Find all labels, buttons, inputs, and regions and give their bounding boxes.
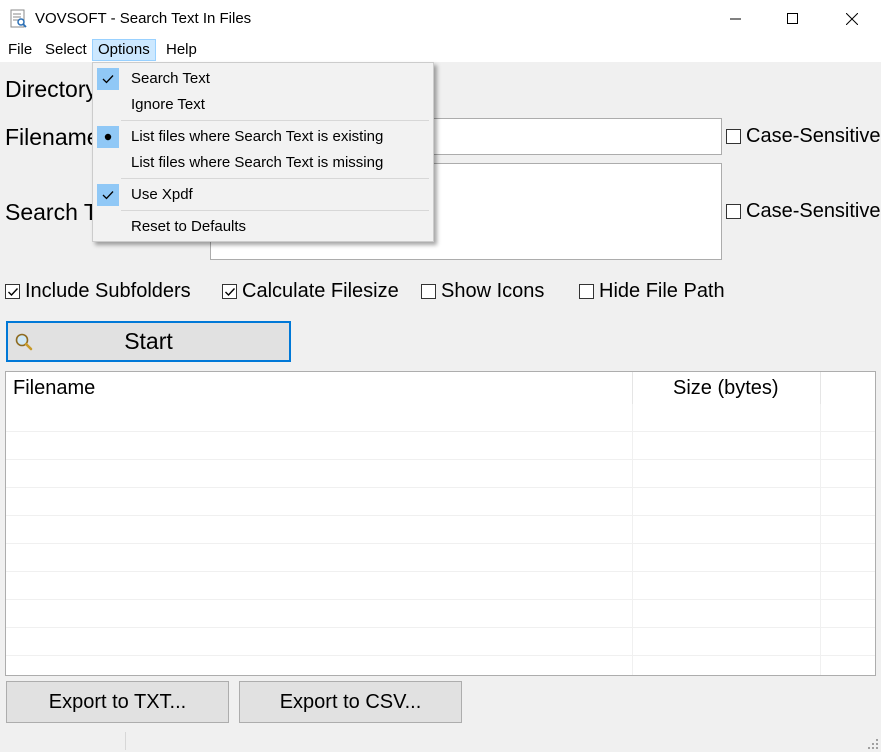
menu-separator [121,120,429,121]
status-bar [0,729,881,752]
check-icon [97,184,119,206]
search-text-label: Search T [5,199,98,225]
checkbox-box [726,204,741,219]
menu-item-ignore-text[interactable]: Ignore Text [95,92,431,118]
results-header: Filename Size (bytes) [6,372,875,404]
checkmark-icon [225,288,236,297]
checkbox-box [579,284,594,299]
menu-bar: File Select Options Help [0,38,881,62]
table-row [6,600,875,628]
column-header-size[interactable]: Size (bytes) [673,377,779,400]
menu-item-label: Ignore Text [131,96,205,113]
minimize-button[interactable] [707,0,765,38]
menu-select[interactable]: Select [41,39,91,61]
status-separator [125,732,126,750]
options-dropdown-menu: Search Text Ignore Text List files where… [92,62,434,242]
table-row [6,432,875,460]
menu-file[interactable]: File [4,39,36,61]
maximize-button[interactable] [764,0,822,38]
calculate-filesize-checkbox[interactable]: Calculate Filesize [222,280,399,303]
menu-help[interactable]: Help [162,39,201,61]
window-title: VOVSOFT - Search Text In Files [35,10,252,27]
resize-grip-icon[interactable] [867,738,879,750]
hide-file-path-checkbox[interactable]: Hide File Path [579,280,725,303]
menu-separator [121,210,429,211]
checkbox-box [222,284,237,299]
checkbox-label: Case-Sensitive [746,200,881,222]
checkbox-box [726,129,741,144]
menu-item-label: List files where Search Text is existing [131,128,384,145]
start-button-label: Start [124,328,173,354]
menu-item-search-text[interactable]: Search Text [95,66,431,92]
menu-item-list-existing[interactable]: List files where Search Text is existing [95,124,431,150]
title-bar: VOVSOFT - Search Text In Files [0,0,881,38]
magnifier-icon [15,333,33,351]
table-row [6,628,875,656]
checkbox-label: Include Subfolders [25,280,191,302]
table-row [6,404,875,432]
close-button[interactable] [823,0,881,38]
menu-item-label: Use Xpdf [131,186,193,203]
menu-item-label: Search Text [131,70,210,87]
menu-item-label: List files where Search Text is missing [131,154,384,171]
grid-line [820,404,821,675]
start-button[interactable]: Start [6,321,291,362]
checkbox-label: Case-Sensitive [746,125,881,147]
checkbox-box [421,284,436,299]
results-list[interactable]: Filename Size (bytes) [5,371,876,676]
grid-line [632,404,633,675]
menu-item-reset-defaults[interactable]: Reset to Defaults [95,214,431,240]
directory-label: Directory [5,76,98,102]
menu-item-list-missing[interactable]: List files where Search Text is missing [95,150,431,176]
app-icon [10,9,27,28]
radio-dot-icon [97,126,119,148]
table-row [6,516,875,544]
checkbox-label: Hide File Path [599,280,725,302]
export-txt-button[interactable]: Export to TXT... [6,681,229,723]
menu-options[interactable]: Options [92,39,156,61]
table-row [6,460,875,488]
menu-item-use-xpdf[interactable]: Use Xpdf [95,182,431,208]
filename-label: Filename [5,124,100,150]
table-row [6,572,875,600]
minimize-icon [730,18,741,20]
close-icon [846,13,858,25]
check-icon [97,68,119,90]
case-sensitive-search-checkbox[interactable]: Case-Sensitive [726,200,881,223]
case-sensitive-filename-checkbox[interactable]: Case-Sensitive [726,125,881,148]
column-header-filename[interactable]: Filename [13,377,95,400]
show-icons-checkbox[interactable]: Show Icons [421,280,544,303]
menu-item-label: Reset to Defaults [131,218,247,235]
column-separator[interactable] [632,372,633,404]
table-row [6,488,875,516]
checkbox-label: Calculate Filesize [242,280,399,302]
table-row [6,544,875,572]
checkmark-icon [8,288,19,297]
maximize-icon [787,13,798,24]
checkbox-box [5,284,20,299]
export-csv-button[interactable]: Export to CSV... [239,681,462,723]
include-subfolders-checkbox[interactable]: Include Subfolders [5,280,191,303]
checkbox-label: Show Icons [441,280,545,302]
column-separator[interactable] [820,372,821,404]
menu-separator [121,178,429,179]
